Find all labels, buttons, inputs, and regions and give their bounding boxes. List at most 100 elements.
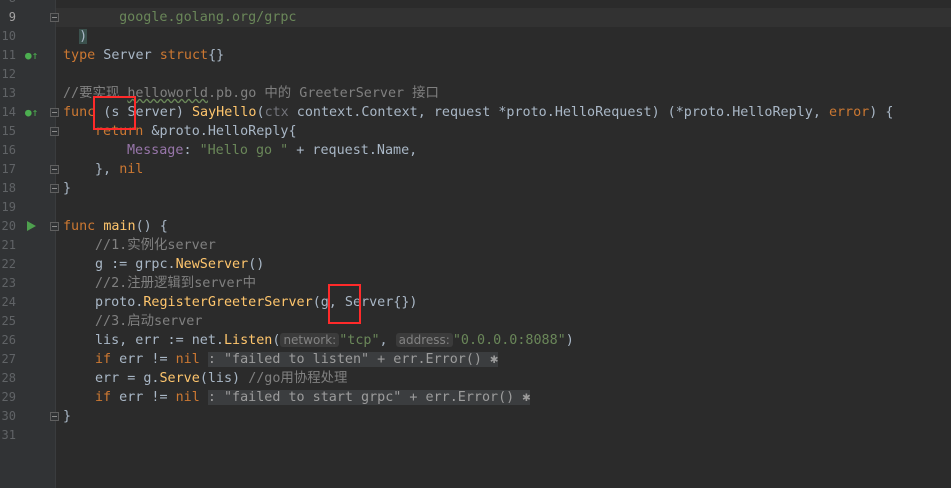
line-number: 23	[1, 276, 16, 290]
line-number: 10	[1, 29, 16, 43]
code-line-28[interactable]: err = g.Serve(lis) //go用协程处理	[95, 369, 347, 388]
code-line-14[interactable]: func (s Server) SayHello(ctx context.Con…	[63, 103, 893, 122]
code-text: err = g.	[95, 371, 160, 386]
code-line-8[interactable]: google.golang.org/grpc	[103, 0, 296, 25]
function-call: NewServer	[175, 257, 249, 272]
code-line-17[interactable]: }, nil	[95, 160, 143, 179]
code-text: err !=	[111, 390, 176, 405]
keyword: func	[63, 105, 96, 120]
implements-arrow-icon[interactable]: ●↑	[25, 103, 38, 122]
param-hint: network:	[280, 333, 340, 347]
code-text: , request *proto.	[417, 105, 555, 120]
line-number: 13	[1, 86, 16, 100]
fold-icon[interactable]	[50, 184, 59, 193]
code-line-9[interactable]: )	[63, 8, 88, 44]
fold-icon[interactable]	[50, 412, 59, 421]
code-line-22[interactable]: g := grpc.NewServer()	[95, 255, 264, 274]
code-line-34[interactable]: }	[63, 407, 71, 426]
run-triangle-icon[interactable]	[27, 221, 36, 231]
code-text: }	[63, 409, 72, 424]
string: "Hello go "	[199, 143, 289, 158]
keyword: if	[95, 390, 112, 405]
line-number: 17	[1, 162, 16, 176]
code-text: }	[63, 181, 72, 196]
code-line-25[interactable]: //3.启动server	[95, 312, 202, 331]
code-text: ,	[812, 105, 829, 120]
comment: //3.启动server	[95, 314, 203, 329]
code-text: (	[256, 105, 265, 120]
paren: )	[79, 29, 88, 44]
code-text: lis, err := net.	[95, 333, 224, 348]
code-text: err !=	[111, 352, 176, 367]
folded-code-hint[interactable]: : "failed to start grpc" + err.Error() ✱	[207, 390, 531, 405]
code-line-11[interactable]: type Server struct{}	[63, 46, 224, 65]
function-call: RegisterGreeterServer	[143, 295, 313, 310]
string: "0.0.0.0:8088"	[452, 333, 566, 348]
keyword: error	[828, 105, 870, 120]
type-ref: HelloReply	[732, 105, 813, 120]
fold-icon[interactable]	[50, 108, 59, 117]
fold-icon[interactable]	[50, 165, 59, 174]
line-number: 29	[1, 390, 16, 404]
fold-icon[interactable]	[50, 13, 59, 22]
keyword: nil	[175, 390, 200, 405]
line-number: 11	[1, 48, 16, 62]
fold-icon[interactable]	[50, 222, 59, 231]
comment: //1.实例化server	[95, 238, 216, 253]
keyword: type	[63, 48, 96, 63]
code-line-24[interactable]: proto.RegisterGreeterServer(g, Server{})	[95, 293, 418, 312]
folded-code-hint[interactable]: : "failed to listen" + err.Error() ✱	[207, 352, 499, 367]
unused-param: ctx	[264, 105, 289, 120]
code-line-31[interactable]: if err != nil : "failed to start grpc" +…	[95, 388, 531, 407]
code-text: ) {	[869, 105, 894, 120]
comment: //go用协程处理	[248, 371, 348, 386]
code-line-20[interactable]: func main() {	[63, 217, 168, 236]
fold-icon[interactable]	[50, 127, 59, 136]
keyword: if	[95, 352, 112, 367]
param-hint: address:	[395, 333, 453, 347]
code-line-26[interactable]: lis, err := net.Listen(network: "tcp", ad…	[95, 331, 574, 350]
line-number: 9	[8, 10, 16, 24]
annotation-box-receiver	[93, 96, 136, 130]
code-line-18[interactable]: }	[63, 179, 71, 198]
line-number: 27	[1, 352, 16, 366]
import-path: google.golang.org/grpc	[119, 10, 297, 25]
line-number: 18	[1, 181, 16, 195]
line-number: 21	[1, 238, 16, 252]
annotation-box-server-arg	[328, 284, 361, 324]
code-text: ()	[248, 257, 265, 272]
keyword: nil	[119, 162, 144, 177]
line-number: 16	[1, 143, 16, 157]
line-number: 8	[0, 0, 16, 8]
code-text: },	[95, 162, 120, 177]
code-line-27[interactable]: if err != nil : "failed to listen" + err…	[95, 350, 499, 369]
code-text: (lis)	[199, 371, 249, 386]
function-name: main	[103, 219, 136, 234]
braces: {}	[208, 48, 225, 63]
function-call: Listen	[224, 333, 273, 348]
comment: .pb.go 中的 GreeterServer 接口	[207, 86, 439, 101]
line-number: 12	[1, 67, 16, 81]
comment-typo: helloworld	[127, 86, 208, 101]
line-number: 19	[1, 200, 16, 214]
keyword: func	[63, 219, 96, 234]
line-number: 25	[1, 314, 16, 328]
code-text: {	[288, 124, 297, 139]
code-text: )	[565, 333, 574, 348]
line-number: 28	[1, 371, 16, 385]
code-text: ) (*proto.	[651, 105, 733, 120]
line-number: 26	[1, 333, 16, 347]
function-name: SayHello	[192, 105, 257, 120]
line-number: 20	[1, 219, 16, 233]
code-line-21[interactable]: //1.实例化server	[95, 236, 216, 255]
line-number: 22	[1, 257, 16, 271]
implements-arrow-icon[interactable]: ●↑	[25, 46, 38, 65]
code-text: g := grpc.	[95, 257, 176, 272]
code-text: proto.	[95, 295, 144, 310]
code-text: + request.Name,	[288, 143, 418, 158]
line-number: 14	[1, 105, 16, 119]
code-line-16[interactable]: Message: "Hello go " + request.Name,	[127, 141, 417, 160]
code-text: () {	[135, 219, 168, 234]
code-text: ,	[379, 333, 396, 348]
code-line-23[interactable]: //2.注册逻辑到server中	[95, 274, 256, 293]
